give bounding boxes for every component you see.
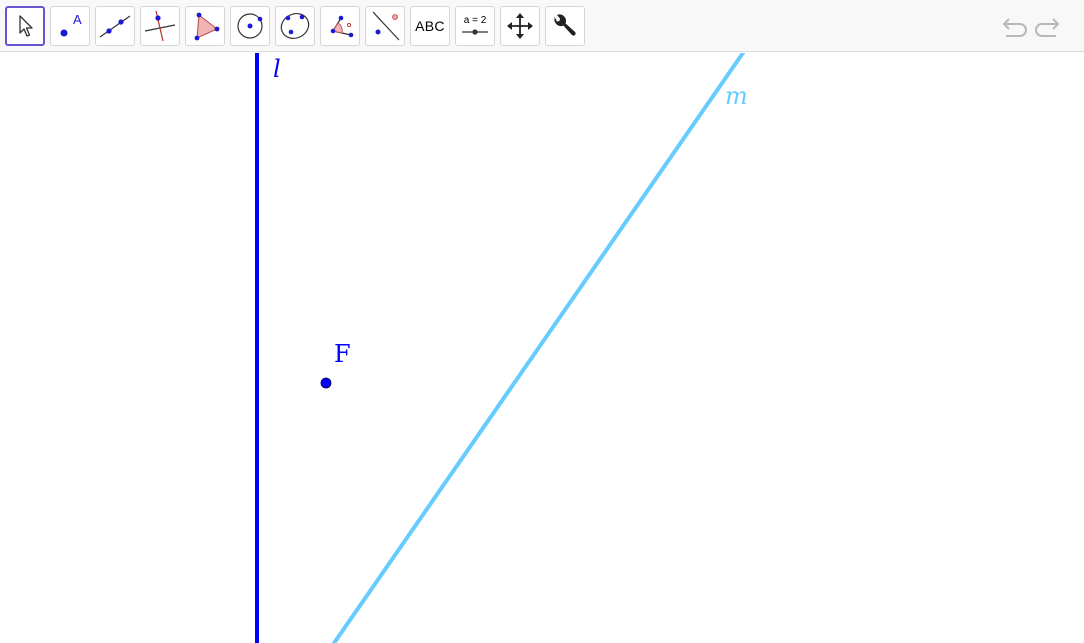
move-arrows-icon bbox=[507, 13, 533, 39]
slider-tool-label: a = 2 bbox=[464, 15, 487, 26]
slider-icon: a = 2 bbox=[462, 15, 488, 35]
circle-center-point-icon bbox=[237, 13, 263, 39]
wrench-icon bbox=[553, 14, 576, 36]
move-tool-button[interactable] bbox=[5, 6, 45, 46]
cursor-arrow-icon bbox=[19, 15, 33, 37]
text-tool-button[interactable]: ABC bbox=[410, 6, 450, 46]
polygon-icon bbox=[194, 12, 220, 41]
move-graphics-view-tool-button[interactable] bbox=[500, 6, 540, 46]
line-m-label: m bbox=[725, 82, 748, 110]
line-tool-button[interactable] bbox=[95, 6, 135, 46]
line-l-label: l bbox=[273, 55, 281, 83]
polygon-tool-button[interactable] bbox=[185, 6, 225, 46]
point-tool-label: A bbox=[73, 12, 82, 27]
redo-icon bbox=[1035, 18, 1060, 37]
line-m[interactable] bbox=[331, 53, 746, 643]
conic-five-points-tool-button[interactable] bbox=[275, 6, 315, 46]
angle-icon bbox=[330, 15, 354, 38]
geometry-canvas[interactable] bbox=[0, 53, 1084, 643]
conic-icon bbox=[280, 13, 310, 39]
perpendicular-line-tool-button[interactable] bbox=[140, 6, 180, 46]
point-f[interactable] bbox=[320, 377, 332, 389]
tools-tool-button[interactable] bbox=[545, 6, 585, 46]
text-tool-label: ABC bbox=[415, 18, 445, 34]
perpendicular-line-icon bbox=[144, 10, 176, 42]
angle-tool-button[interactable] bbox=[320, 6, 360, 46]
slider-tool-button[interactable]: a = 2 bbox=[455, 6, 495, 46]
reflect-icon bbox=[372, 11, 400, 41]
circle-center-point-tool-button[interactable] bbox=[230, 6, 270, 46]
graphics-view[interactable]: l m F bbox=[0, 53, 1084, 643]
point-f-label: F bbox=[334, 340, 351, 368]
line-through-two-points-icon bbox=[99, 15, 131, 38]
reflect-about-line-tool-button[interactable] bbox=[365, 6, 405, 46]
undo-button[interactable] bbox=[998, 14, 1028, 40]
redo-button[interactable] bbox=[1034, 14, 1064, 40]
undo-icon bbox=[1002, 18, 1027, 37]
toolbar: A ABC a = 2 bbox=[0, 0, 1084, 52]
point-icon: A bbox=[60, 12, 82, 37]
point-tool-button[interactable]: A bbox=[50, 6, 90, 46]
